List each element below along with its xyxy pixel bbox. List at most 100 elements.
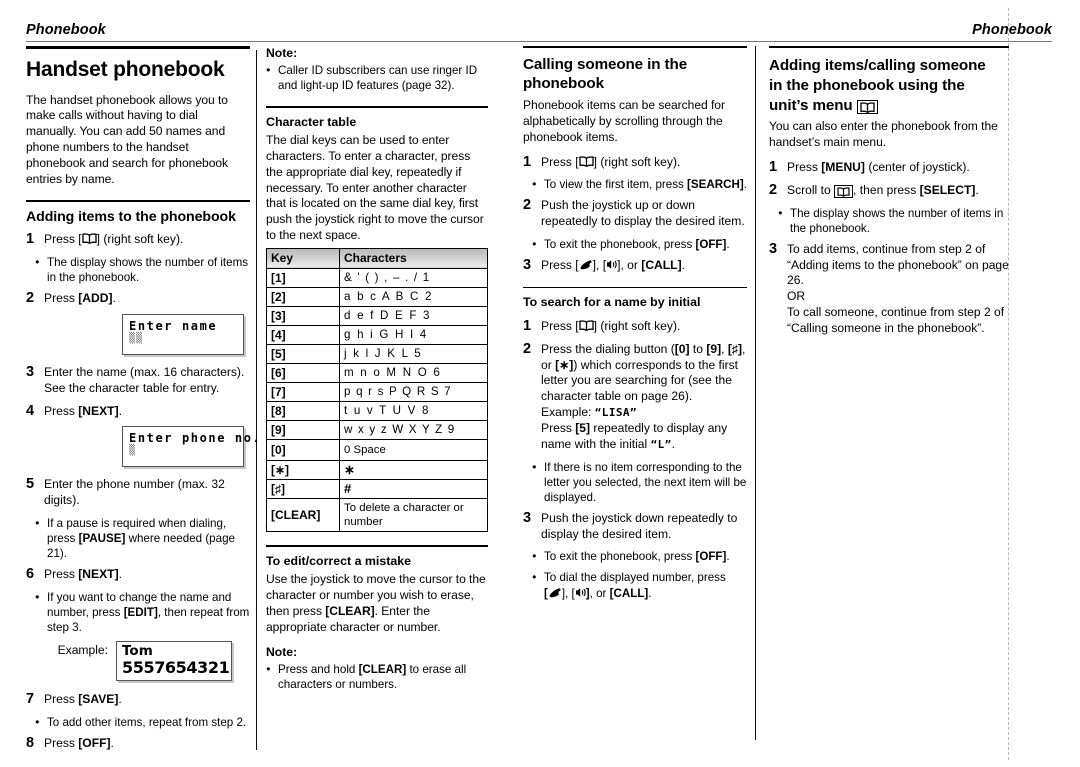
step-text: Enter the phone number (max. 32 digits).: [44, 477, 225, 508]
table-cell-key: [4]: [266, 324, 340, 345]
step-number: 3: [26, 363, 35, 380]
step-text-pre: Press: [787, 159, 822, 174]
step-number: 2: [523, 340, 532, 357]
column-4: Adding items/calling someone in the phon…: [769, 46, 1009, 344]
step-text-post: ] (right soft key).: [593, 154, 681, 169]
step-1-bullet: The display shows the number of items in…: [35, 255, 250, 285]
search-step-1: 1 Press [] (right soft key).: [523, 318, 747, 335]
bullet-text-post: .: [743, 178, 747, 192]
table-row: [1] & ' ( ) , – . / 1: [266, 267, 488, 288]
step-text-pre: Press [: [44, 232, 82, 247]
step-number: 4: [26, 402, 35, 419]
step-3-or: OR: [787, 289, 806, 304]
table-row: [♯] #: [266, 478, 488, 499]
step-text-pre: Press [: [541, 154, 579, 169]
step-number: 3: [769, 240, 778, 257]
table-cell-key: [2]: [266, 286, 340, 307]
table-row: [CLEAR] To delete a character or number: [266, 497, 488, 533]
header-rule: [26, 41, 1052, 42]
phonebook-menu-icon: [856, 99, 878, 114]
table-cell-characters: & ' ( ) , – . / 1: [339, 267, 488, 288]
step-6: 6 Press [NEXT].: [26, 566, 250, 583]
phonebook-book-icon: [578, 155, 594, 167]
step-text-pre: Press [: [541, 318, 579, 333]
column-header-characters: Characters: [339, 247, 488, 269]
table-row: [8] t u v T U V 8: [266, 400, 488, 421]
note-2-pre: Press and hold: [278, 662, 359, 676]
step-number: 1: [523, 153, 532, 170]
menu-step-2: 2 Scroll to , then press [SELECT].: [769, 182, 1009, 199]
note-bullet: Caller ID subscribers can use ringer ID …: [266, 63, 488, 93]
edit-correct-text: Use the joystick to move the cursor to t…: [266, 572, 488, 635]
lcd-example-number: 5557654321: [122, 658, 230, 678]
step-number: 7: [26, 691, 35, 708]
heading-character-table: Character table: [266, 114, 357, 129]
step-text-post: .: [118, 403, 122, 418]
step-7: 7 Press [SAVE].: [26, 691, 250, 708]
call-step-2-bullet: To exit the phonebook, press [OFF].: [532, 237, 747, 252]
table-cell-key: [5]: [266, 343, 340, 364]
subsection-heading-adding-items: Adding items to the phonebook: [26, 208, 236, 225]
subsection-rule: [266, 545, 488, 547]
heading-search-by-initial: To search for a name by initial: [523, 295, 701, 310]
manual-page: Phonebook Phonebook Handset phonebook Th…: [0, 0, 1080, 767]
table-cell-characters: m n o M N O 6: [339, 362, 488, 383]
subsection-rule: [266, 106, 488, 108]
s2-press-letter: “L”: [650, 437, 672, 451]
step-6-bullet: If you want to change the name and numbe…: [35, 590, 250, 635]
search-step-2: 2 Press the dialing button ([0] to [9], …: [523, 340, 747, 453]
step-2: 2 Press [ADD].: [26, 290, 250, 307]
step-text-pre: Press: [44, 735, 79, 750]
call-step-1-bullet: To view the first item, press [SEARCH].: [532, 177, 747, 192]
table-cell-key: [0]: [266, 438, 340, 461]
bullet-text-pre: To dial the displayed number, press: [544, 571, 726, 585]
step-text: Push the joystick down repeatedly to dis…: [541, 510, 738, 541]
table-cell-key: [∗]: [266, 459, 340, 480]
section-rule: [26, 46, 250, 49]
step-text-pre: Press [: [541, 258, 579, 273]
step-8: 8 Press [OFF].: [26, 735, 250, 752]
table-row: [4] g h i G H I 4: [266, 324, 488, 345]
key-off: [OFF]: [695, 550, 727, 564]
key-save: [SAVE]: [78, 692, 119, 707]
bullet-text-mid: ], [: [561, 586, 575, 600]
heading-line-2: in the phonebook using the: [769, 76, 965, 94]
example-label: Example:: [57, 643, 108, 658]
call-step-3: 3 Press [], [], or [CALL].: [523, 257, 747, 274]
column-3: Calling someone in the phonebook Phonebo…: [523, 46, 747, 607]
subsection-rule: [26, 200, 250, 202]
lcd-line-2: ▒▒: [129, 332, 144, 344]
table-cell-characters: #: [339, 478, 488, 499]
step-text: Enter the name (max. 16 characters). See…: [44, 364, 245, 395]
search-step-3-bullet-2: To dial the displayed number, press [], …: [532, 570, 747, 600]
step-text-pre: Press: [44, 567, 79, 582]
step-number: 1: [26, 231, 35, 248]
key-call: [CALL]: [641, 258, 682, 273]
table-row: [9] w x y z W X Y Z 9: [266, 419, 488, 440]
table-row: [3] d e f D E F 3: [266, 305, 488, 326]
table-cell-characters: 0 Space: [339, 438, 488, 461]
table-cell-characters: p q r s P Q R S 7: [339, 381, 488, 402]
s2-example-label: Example:: [541, 405, 595, 420]
key-star: [∗]: [555, 357, 574, 372]
note-label: Note:: [266, 46, 298, 60]
menu-step-3: 3 To add items, continue from step 2 of …: [769, 240, 1009, 337]
table-row: [∗] ∗: [266, 459, 488, 480]
heading-line-3: unit’s menu: [769, 96, 853, 114]
table-cell-characters: ∗: [339, 459, 488, 480]
table-cell-key: [CLEAR]: [266, 497, 340, 533]
talk-handset-icon: [548, 587, 562, 598]
table-header-row: Key Characters: [266, 247, 488, 269]
bullet-text-post: .: [726, 550, 730, 564]
step-text-post: .: [118, 567, 122, 582]
call-step-2: 2 Push the joystick up or down repeatedl…: [523, 197, 747, 230]
note-2-bullet: Press and hold [CLEAR] to erase all char…: [266, 662, 488, 692]
lcd-line-1: Enter phone no.: [129, 431, 262, 446]
character-table-intro: The dial keys can be used to enter chara…: [266, 133, 484, 242]
note-2-label: Note:: [266, 644, 298, 659]
heading-line-1: Adding items/calling someone: [769, 57, 986, 74]
step-text-end: .: [681, 258, 685, 273]
step-1: 1 Press [] (right soft key).: [26, 231, 250, 248]
key-menu: [MENU]: [821, 159, 865, 174]
lcd-display-enter-name: Enter name ▒▒: [122, 313, 244, 355]
